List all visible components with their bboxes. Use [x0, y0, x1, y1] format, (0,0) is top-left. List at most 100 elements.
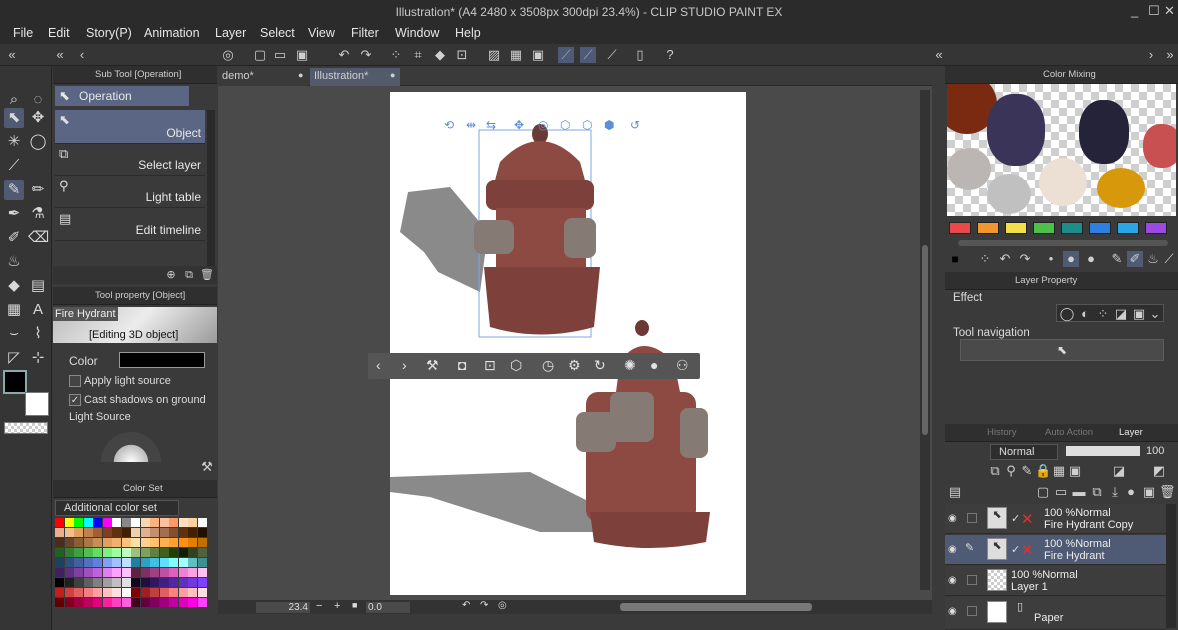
color-set-swatch[interactable]	[131, 528, 140, 537]
color-set-swatch[interactable]	[121, 598, 131, 607]
layer-lock-checkbox[interactable]	[967, 606, 977, 616]
color-set-swatch[interactable]	[150, 548, 159, 557]
layer-row-layer-1[interactable]: ◉ 100 %Normal Layer 1	[945, 566, 1166, 596]
clear-selection-icon[interactable]: ⁘	[388, 47, 404, 63]
brush-tool-icon[interactable]: ✒	[4, 204, 24, 224]
snap-grid-line-icon[interactable]: ⟋	[604, 47, 620, 63]
menu-window[interactable]: Window	[395, 26, 439, 40]
rotation-field[interactable]: 0.0	[366, 602, 410, 613]
color-set-swatch[interactable]	[83, 588, 93, 597]
transform-icon[interactable]: ⊡	[454, 47, 470, 63]
delete-subtool-icon[interactable]: 🗑	[199, 267, 215, 283]
color-set-swatch[interactable]	[188, 548, 197, 557]
airbrush-tool-icon[interactable]: ⚗	[28, 204, 48, 224]
color-set-swatch[interactable]	[102, 578, 112, 587]
eye-icon[interactable]: ◉	[948, 606, 962, 617]
color-set-swatch[interactable]	[150, 518, 159, 527]
reference-layer-icon[interactable]: ⚲	[1003, 463, 1019, 479]
color-set-swatch[interactable]	[112, 558, 121, 567]
color-set-swatch[interactable]	[178, 558, 188, 567]
color-set-swatch[interactable]	[169, 558, 178, 567]
fire-hydrant[interactable]	[474, 124, 600, 338]
color-set-swatch[interactable]	[93, 568, 102, 577]
maximize-button[interactable]: ☐	[1148, 3, 1160, 19]
collapse-right-icon[interactable]: »	[1162, 47, 1178, 63]
color-set-swatch[interactable]	[131, 548, 140, 557]
balloon-tool-icon[interactable]: ⌣	[4, 324, 24, 344]
color-set-swatch[interactable]	[159, 548, 169, 557]
color-set-swatch[interactable]	[140, 518, 150, 527]
merge-icon[interactable]: ⤓	[1107, 484, 1123, 500]
color-set-swatch[interactable]	[169, 518, 178, 527]
color-set-swatch[interactable]	[150, 578, 159, 587]
lock-transparent-icon[interactable]: ▦	[1051, 463, 1067, 479]
color-set-swatch[interactable]	[74, 548, 83, 557]
color-set-swatch[interactable]	[121, 558, 131, 567]
eye-icon[interactable]: ◉	[948, 513, 962, 524]
ruler-tool-icon[interactable]: ⊹	[28, 348, 48, 368]
decoration-tool-icon[interactable]: ✐	[4, 228, 24, 248]
layer-row-fire-hydrant[interactable]: ◉ ✎ ⬉ ✓ ✕ 100 %Normal Fire Hydrant	[945, 535, 1166, 565]
blend-mode-select[interactable]: Normal	[990, 444, 1058, 460]
operation-tool-icon[interactable]: ⬉	[4, 108, 24, 128]
color-set-swatch[interactable]	[131, 518, 140, 527]
lock-icon[interactable]: 🔒	[1035, 463, 1051, 479]
chevron-left-icon[interactable]: ‹	[376, 357, 381, 373]
color-set-swatch[interactable]	[55, 598, 64, 607]
fit-icon[interactable]: ⊡	[484, 357, 496, 374]
ground-icon[interactable]: ⬡	[510, 357, 522, 374]
apply-mask-icon[interactable]: ▣	[1141, 484, 1157, 500]
transparent-color-swatch[interactable]	[4, 422, 48, 434]
color-set-swatch[interactable]	[188, 518, 197, 527]
delete-layer-icon[interactable]: 🗑	[1159, 484, 1176, 500]
color-set-swatch[interactable]	[140, 558, 150, 567]
color-set-swatch[interactable]	[112, 528, 121, 537]
tab-close-icon[interactable]: ●	[390, 70, 395, 80]
color-set-swatch[interactable]	[112, 598, 121, 607]
color-field[interactable]	[119, 352, 205, 368]
color-set-swatch[interactable]	[74, 528, 83, 537]
open-icon[interactable]: ▭	[272, 47, 288, 63]
duplicate-subtool-icon[interactable]: ⧉	[181, 267, 197, 283]
color-set-swatch[interactable]	[169, 538, 178, 547]
color-set-swatch[interactable]	[169, 548, 178, 557]
color-set-swatch[interactable]	[150, 588, 159, 597]
color-set-swatch[interactable]	[159, 518, 169, 527]
color-set-swatch[interactable]	[55, 588, 64, 597]
color-set-swatch[interactable]	[159, 558, 169, 567]
color-set-swatch[interactable]	[64, 588, 74, 597]
tab-close-icon[interactable]: ●	[298, 70, 303, 80]
color-set-swatch[interactable]	[83, 538, 93, 547]
settings-icon[interactable]: ⚙	[568, 357, 581, 374]
color-set-swatch[interactable]	[140, 578, 150, 587]
color-set-swatch[interactable]	[131, 598, 140, 607]
menu-file[interactable]: File	[13, 26, 33, 40]
subtool-scrollbar[interactable]	[207, 110, 215, 270]
color-set-swatch[interactable]	[83, 558, 93, 567]
color-set-swatch[interactable]	[83, 528, 93, 537]
color-set-swatch[interactable]	[112, 578, 121, 587]
color-set-swatch[interactable]	[112, 548, 121, 557]
line-tool-icon[interactable]: ⌇	[28, 324, 48, 344]
color-set-swatch[interactable]	[83, 598, 93, 607]
color-set-swatch[interactable]	[197, 518, 207, 527]
color-set-swatch[interactable]	[178, 578, 188, 587]
color-set-swatch[interactable]	[188, 588, 197, 597]
layer-lock-checkbox[interactable]	[967, 575, 977, 585]
zoom-tool-icon[interactable]: ⌕	[4, 90, 24, 110]
sub-color-swatch[interactable]	[25, 392, 49, 416]
apply-light-checkbox[interactable]	[69, 375, 81, 387]
layer-row-paper[interactable]: ◉ ▯ Paper	[945, 597, 1166, 630]
eraser-tool-icon[interactable]: ⌫	[28, 228, 49, 248]
color-set-swatch[interactable]	[150, 558, 159, 567]
eyedropper-icon[interactable]: ⟋	[1161, 251, 1177, 267]
color-mixing-canvas[interactable]	[947, 84, 1176, 216]
new-vector-layer-icon[interactable]: ▭	[1053, 484, 1069, 500]
color-set-swatch[interactable]	[169, 598, 178, 607]
3d-manipulator-bar[interactable]: ⟲ ⇹ ⇆ ✥ ◎ ⬡ ⬡ ⬢ ↺	[444, 118, 640, 132]
color-set-swatch[interactable]	[93, 588, 102, 597]
color-set-swatch[interactable]	[112, 568, 121, 577]
color-set-swatch[interactable]	[121, 518, 131, 527]
color-set-swatch[interactable]	[64, 548, 74, 557]
transfer-icon[interactable]: ⧉	[1089, 484, 1105, 500]
